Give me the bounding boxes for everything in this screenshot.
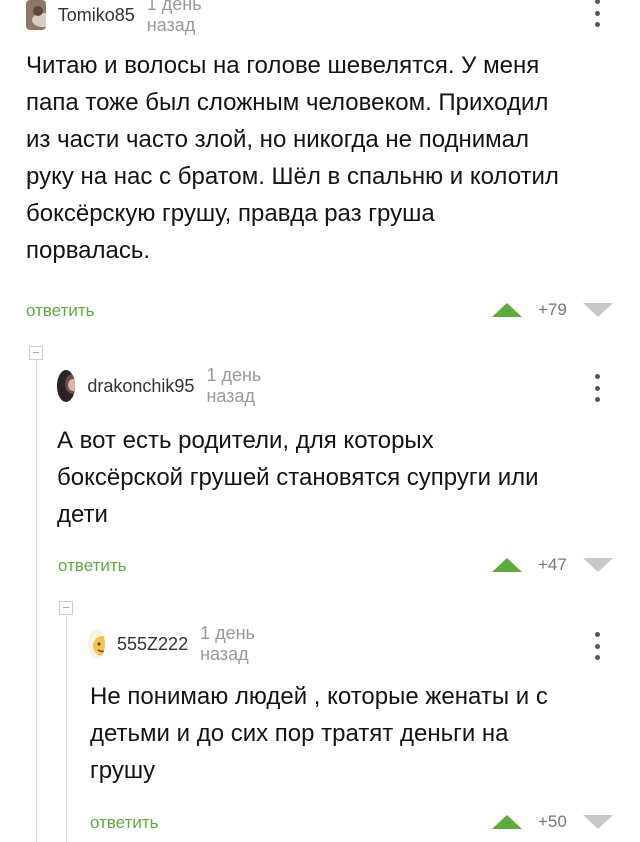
more-vertical-icon[interactable] <box>594 632 600 660</box>
rating-value: +47 <box>538 555 567 574</box>
comment-text: Не понимаю людей , которые женаты и с де… <box>90 678 620 789</box>
collapse-thread-icon[interactable] <box>29 346 43 360</box>
comment-time: 1 день назад <box>146 0 202 35</box>
comment-line: А вот есть родители, для которых <box>57 427 434 454</box>
comment-line: из части часто злой, но никогда не подни… <box>26 126 530 153</box>
collapse-thread-icon[interactable] <box>59 601 73 615</box>
reply-button[interactable]: ответить <box>90 813 159 833</box>
rating-controls: +47 <box>492 555 613 575</box>
comment-header: 555Z222 1 день назад <box>88 623 262 664</box>
rating-value: +50 <box>538 812 567 831</box>
comment-text: Читаю и волосы на голове шевелятся. У ме… <box>26 47 616 269</box>
rating-value: +79 <box>538 300 567 319</box>
comment-time: 1 день назад <box>206 365 262 406</box>
author-name[interactable]: Tomiko85 <box>58 5 135 26</box>
downvote-icon[interactable] <box>582 558 613 572</box>
more-vertical-icon[interactable] <box>594 0 600 27</box>
rating-controls: +79 <box>492 300 613 320</box>
thread-line-level-2 <box>66 605 67 842</box>
comment-line: Не понимаю людей , которые женаты и с <box>90 683 548 710</box>
comment-header: Tomiko85 1 день назад <box>26 0 210 35</box>
comment-line: боксёрской грушей становятся супруги или <box>57 464 539 491</box>
avatar[interactable] <box>57 370 76 402</box>
comment-line: грушу <box>90 757 156 784</box>
comment-time: 1 день назад <box>200 623 255 664</box>
thread-line-level-1 <box>36 350 37 842</box>
comment-header: drakonchik95 1 день назад <box>57 365 269 406</box>
more-vertical-icon[interactable] <box>594 374 600 402</box>
reply-button[interactable]: ответить <box>26 301 95 321</box>
upvote-icon[interactable] <box>492 303 522 317</box>
rating-controls: +50 <box>492 812 613 832</box>
comment-line: папа тоже был сложным человеком. Приходи… <box>26 89 549 116</box>
downvote-icon[interactable] <box>582 815 613 829</box>
comment-line: руку на нас с братом. Шёл в спальню и ко… <box>26 163 559 190</box>
upvote-icon[interactable] <box>492 815 522 829</box>
comment-text: А вот есть родители, для которых боксёрс… <box>57 422 617 533</box>
avatar[interactable] <box>88 629 106 659</box>
downvote-icon[interactable] <box>582 303 613 317</box>
avatar[interactable] <box>26 0 46 30</box>
comment-line: дети <box>57 501 108 528</box>
comment-line: боксёрскую грушу, правда раз груша <box>26 200 435 227</box>
comment-line: детьми и до сих пор тратят деньги на <box>90 720 509 747</box>
author-name[interactable]: drakonchik95 <box>87 376 194 397</box>
reply-button[interactable]: ответить <box>58 556 127 576</box>
upvote-icon[interactable] <box>492 558 522 572</box>
comment-line: Читаю и волосы на голове шевелятся. У ме… <box>26 52 540 79</box>
author-name[interactable]: 555Z222 <box>117 634 188 655</box>
comment-line: порвалась. <box>26 237 151 264</box>
